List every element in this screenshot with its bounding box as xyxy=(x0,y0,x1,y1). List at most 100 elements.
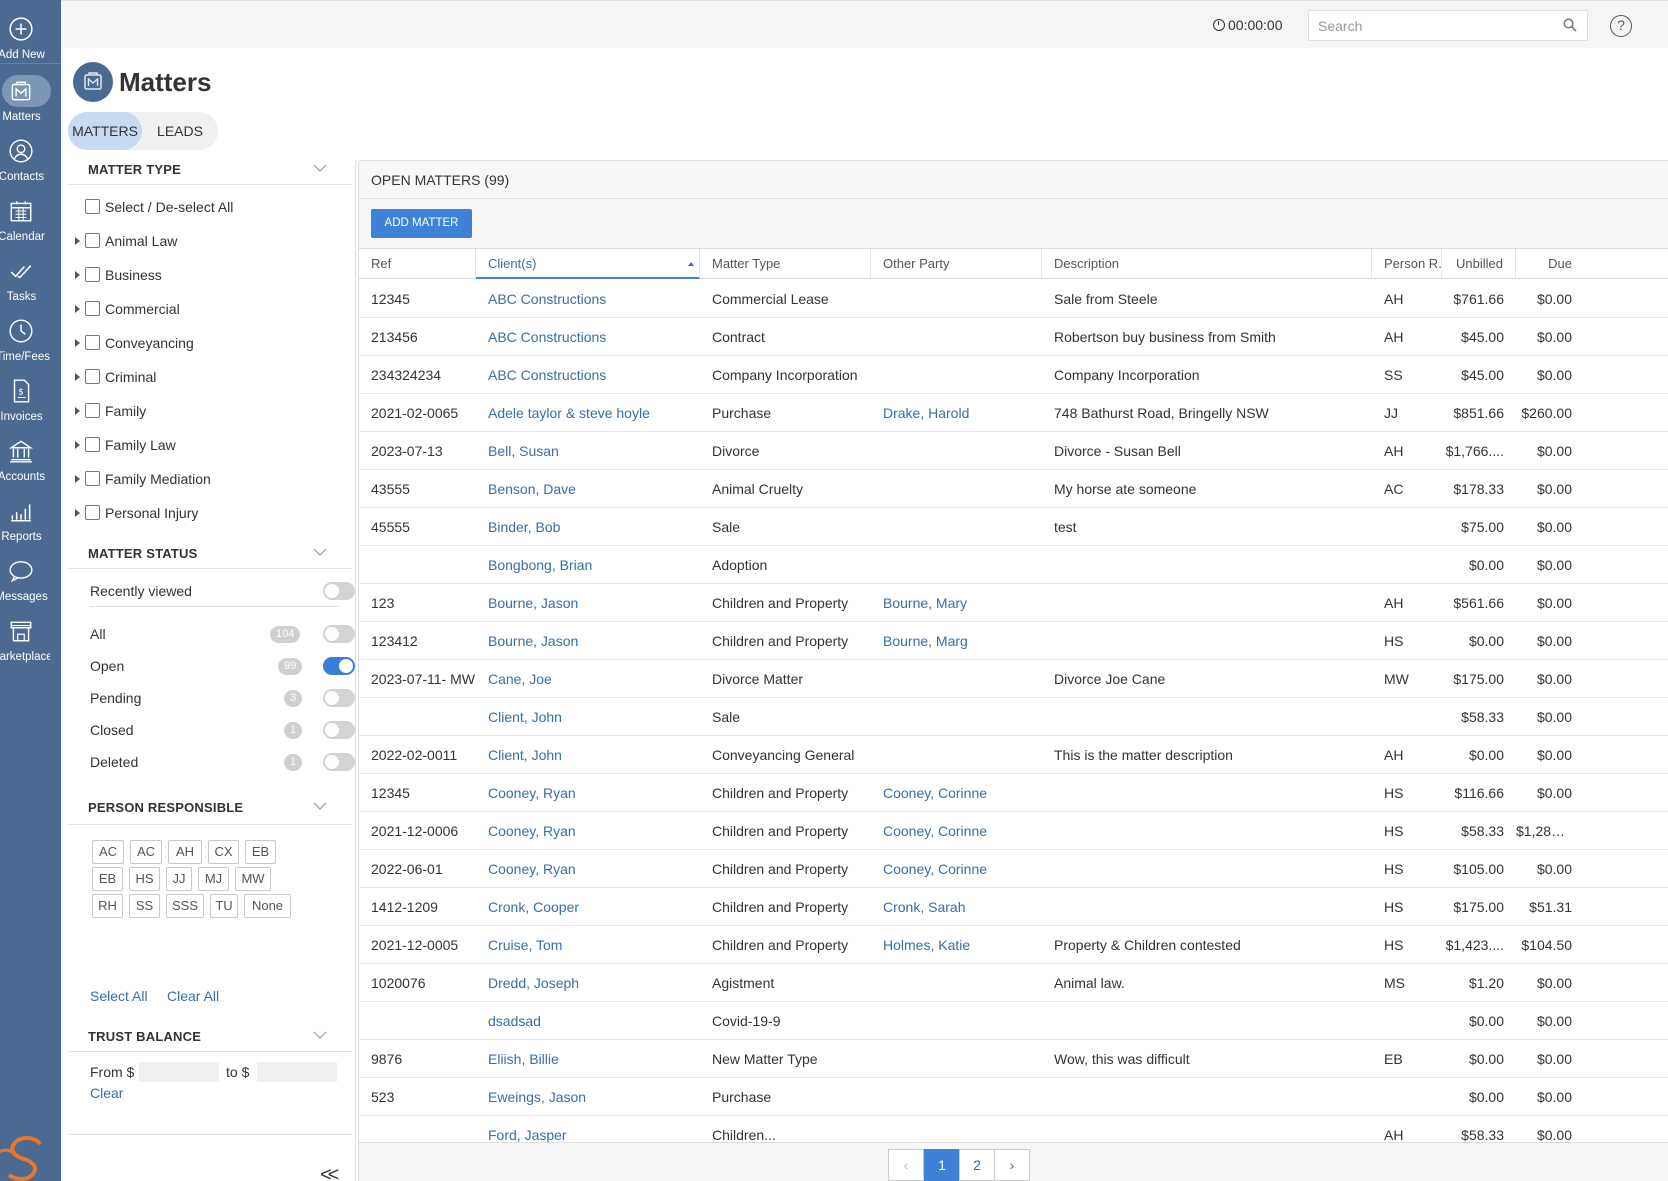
table-row[interactable]: 1020076 Dredd, Joseph Agistment Animal law.… xyxy=(359,964,1668,1002)
cell-clients[interactable]: Binder, Bob xyxy=(476,508,700,546)
clear-all-link[interactable]: Clear All xyxy=(167,988,219,1004)
nav-item-messages[interactable]: Messages xyxy=(0,550,61,610)
cell-other-party[interactable]: Drake, Harold xyxy=(871,394,1042,432)
column-header-due[interactable]: Due xyxy=(1516,249,1584,279)
checkbox[interactable] xyxy=(85,369,100,384)
table-row[interactable]: 1412-1209 Cronk, Cooper Children and Prope… xyxy=(359,888,1668,926)
column-header-matter-type[interactable]: Matter Type xyxy=(700,249,871,279)
trust-to-input[interactable] xyxy=(257,1062,337,1082)
cell-clients[interactable]: Cooney, Ryan xyxy=(476,812,700,850)
trust-clear-link[interactable]: Clear xyxy=(90,1085,123,1101)
checkbox[interactable] xyxy=(85,471,100,486)
expand-triangle-icon[interactable] xyxy=(75,339,80,347)
tab-matters[interactable]: MATTERS xyxy=(68,112,142,150)
cell-clients[interactable]: Cruise, Tom xyxy=(476,926,700,964)
nav-item-reports[interactable]: Reports xyxy=(0,490,61,550)
matter-type-business[interactable]: Business xyxy=(75,267,162,289)
matter-type-personal-injury[interactable]: Personal Injury xyxy=(75,505,198,527)
cell-other-party[interactable]: Cooney, Corinne xyxy=(871,812,1042,850)
person-chip-mw[interactable]: MW xyxy=(235,867,271,891)
table-row[interactable]: 123412 Bourne, Jason Children and Property… xyxy=(359,622,1668,660)
table-row[interactable]: 2021-02-0065 Adele taylor & steve hoyle Pu… xyxy=(359,394,1668,432)
cell-other-party[interactable]: Bourne, Mary xyxy=(871,584,1042,622)
status-toggle[interactable] xyxy=(323,625,355,643)
cell-clients[interactable]: Dredd, Joseph xyxy=(476,964,700,1002)
person-chip-ac[interactable]: AC xyxy=(130,840,162,864)
status-toggle[interactable] xyxy=(323,753,355,771)
status-toggle[interactable] xyxy=(323,657,355,675)
matter-type-family-mediation[interactable]: Family Mediation xyxy=(75,471,211,493)
pagination-prev-button[interactable]: ‹ xyxy=(888,1149,924,1181)
table-row[interactable]: 2022-02-0011 Client, John Conveyancing Gen… xyxy=(359,736,1668,774)
column-header-clients[interactable]: Client(s) xyxy=(476,249,700,279)
checkbox[interactable] xyxy=(85,437,100,452)
cell-other-party[interactable]: Holmes, Katie xyxy=(871,926,1042,964)
person-chip-sss[interactable]: SSS xyxy=(166,894,204,918)
table-row[interactable]: dsadsad Covid-19-9 $0.00 $0.00 xyxy=(359,1002,1668,1040)
nav-item-accounts[interactable]: Accounts xyxy=(0,430,61,490)
cell-clients[interactable]: Bourne, Jason xyxy=(476,622,700,660)
column-header-other-party[interactable]: Other Party xyxy=(871,249,1042,279)
select-all-link[interactable]: Select All xyxy=(90,988,148,1004)
cell-clients[interactable]: Eliish, Billie xyxy=(476,1040,700,1078)
table-row[interactable]: 123 Bourne, Jason Children and Property Bou… xyxy=(359,584,1668,622)
column-header-ref[interactable]: Ref xyxy=(359,249,476,279)
expand-triangle-icon[interactable] xyxy=(75,271,80,279)
cell-other-party[interactable]: Cooney, Corinne xyxy=(871,774,1042,812)
nav-item-time-fees[interactable]: Time/Fees xyxy=(0,310,61,370)
table-row[interactable]: 523 Eweings, Jason Purchase $0.00 $0.00 xyxy=(359,1078,1668,1116)
select-deselect-all[interactable]: Select / De-select All xyxy=(75,199,233,221)
cell-clients[interactable]: Cane, Joe xyxy=(476,660,700,698)
expand-triangle-icon[interactable] xyxy=(75,237,80,245)
table-row[interactable]: 234324234 ABC Constructions Company Incorp… xyxy=(359,356,1668,394)
chevron-down-icon[interactable] xyxy=(313,164,327,172)
nav-item-tasks[interactable]: Tasks xyxy=(0,250,61,310)
cell-clients[interactable]: Eweings, Jason xyxy=(476,1078,700,1116)
pagination-page-1[interactable]: 1 xyxy=(924,1149,960,1181)
table-row[interactable]: 12345 Cooney, Ryan Children and Property Co… xyxy=(359,774,1668,812)
table-row[interactable]: 2023-07-13 Bell, Susan Divorce Divorce - Su… xyxy=(359,432,1668,470)
expand-triangle-icon[interactable] xyxy=(75,509,80,517)
person-chip-eb[interactable]: EB xyxy=(245,840,276,864)
cell-clients[interactable]: Cooney, Ryan xyxy=(476,850,700,888)
table-row[interactable]: Bongbong, Brian Adoption $0.00 $0.00 xyxy=(359,546,1668,584)
expand-triangle-icon[interactable] xyxy=(75,475,80,483)
person-chip-ah[interactable]: AH xyxy=(168,840,202,864)
matter-type-animal-law[interactable]: Animal Law xyxy=(75,233,177,255)
timer[interactable]: 00:00:00 xyxy=(1213,17,1283,33)
cell-other-party[interactable]: Bourne, Marg xyxy=(871,622,1042,660)
cell-clients[interactable]: Adele taylor & steve hoyle xyxy=(476,394,700,432)
table-row[interactable]: 2021-12-0005 Cruise, Tom Children and Prop… xyxy=(359,926,1668,964)
cell-clients[interactable]: Client, John xyxy=(476,698,700,736)
cell-clients[interactable]: Client, John xyxy=(476,736,700,774)
person-chip-cx[interactable]: CX xyxy=(208,840,239,864)
search-input[interactable] xyxy=(1309,11,1549,40)
nav-item-invoices[interactable]: $ Invoices xyxy=(0,370,61,430)
matter-type-commercial[interactable]: Commercial xyxy=(75,301,180,323)
person-chip-eb[interactable]: EB xyxy=(92,867,123,891)
cell-other-party[interactable]: Cronk, Sarah xyxy=(871,888,1042,926)
nav-item-matters[interactable]: Matters xyxy=(0,70,61,130)
person-chip-ss[interactable]: SS xyxy=(129,894,160,918)
add-matter-button[interactable]: ADD MATTER xyxy=(371,209,472,238)
table-row[interactable]: 12345 ABC Constructions Commercial Lease Sa… xyxy=(359,280,1668,318)
expand-triangle-icon[interactable] xyxy=(75,305,80,313)
checkbox[interactable] xyxy=(85,233,100,248)
search-box[interactable] xyxy=(1308,10,1588,41)
cell-clients[interactable]: Benson, Dave xyxy=(476,470,700,508)
nav-item-calendar[interactable]: Calendar xyxy=(0,190,61,250)
table-row[interactable]: 2023-07-11- MW Cane, Joe Divorce Matter Div… xyxy=(359,660,1668,698)
matter-type-family[interactable]: Family xyxy=(75,403,146,425)
cell-clients[interactable]: ABC Constructions xyxy=(476,356,700,394)
status-toggle[interactable] xyxy=(323,721,355,739)
checkbox[interactable] xyxy=(85,301,100,316)
cell-clients[interactable]: Bell, Susan xyxy=(476,432,700,470)
matter-type-conveyancing[interactable]: Conveyancing xyxy=(75,335,194,357)
table-row[interactable]: 2022-06-01 Cooney, Ryan Children and Prope… xyxy=(359,850,1668,888)
cell-clients[interactable]: Cooney, Ryan xyxy=(476,774,700,812)
recently-viewed-toggle[interactable] xyxy=(323,582,355,600)
status-toggle[interactable] xyxy=(323,689,355,707)
pagination-page-2[interactable]: 2 xyxy=(959,1149,995,1181)
checkbox[interactable] xyxy=(85,267,100,282)
column-header-unbilled[interactable]: Unbilled xyxy=(1442,249,1516,279)
